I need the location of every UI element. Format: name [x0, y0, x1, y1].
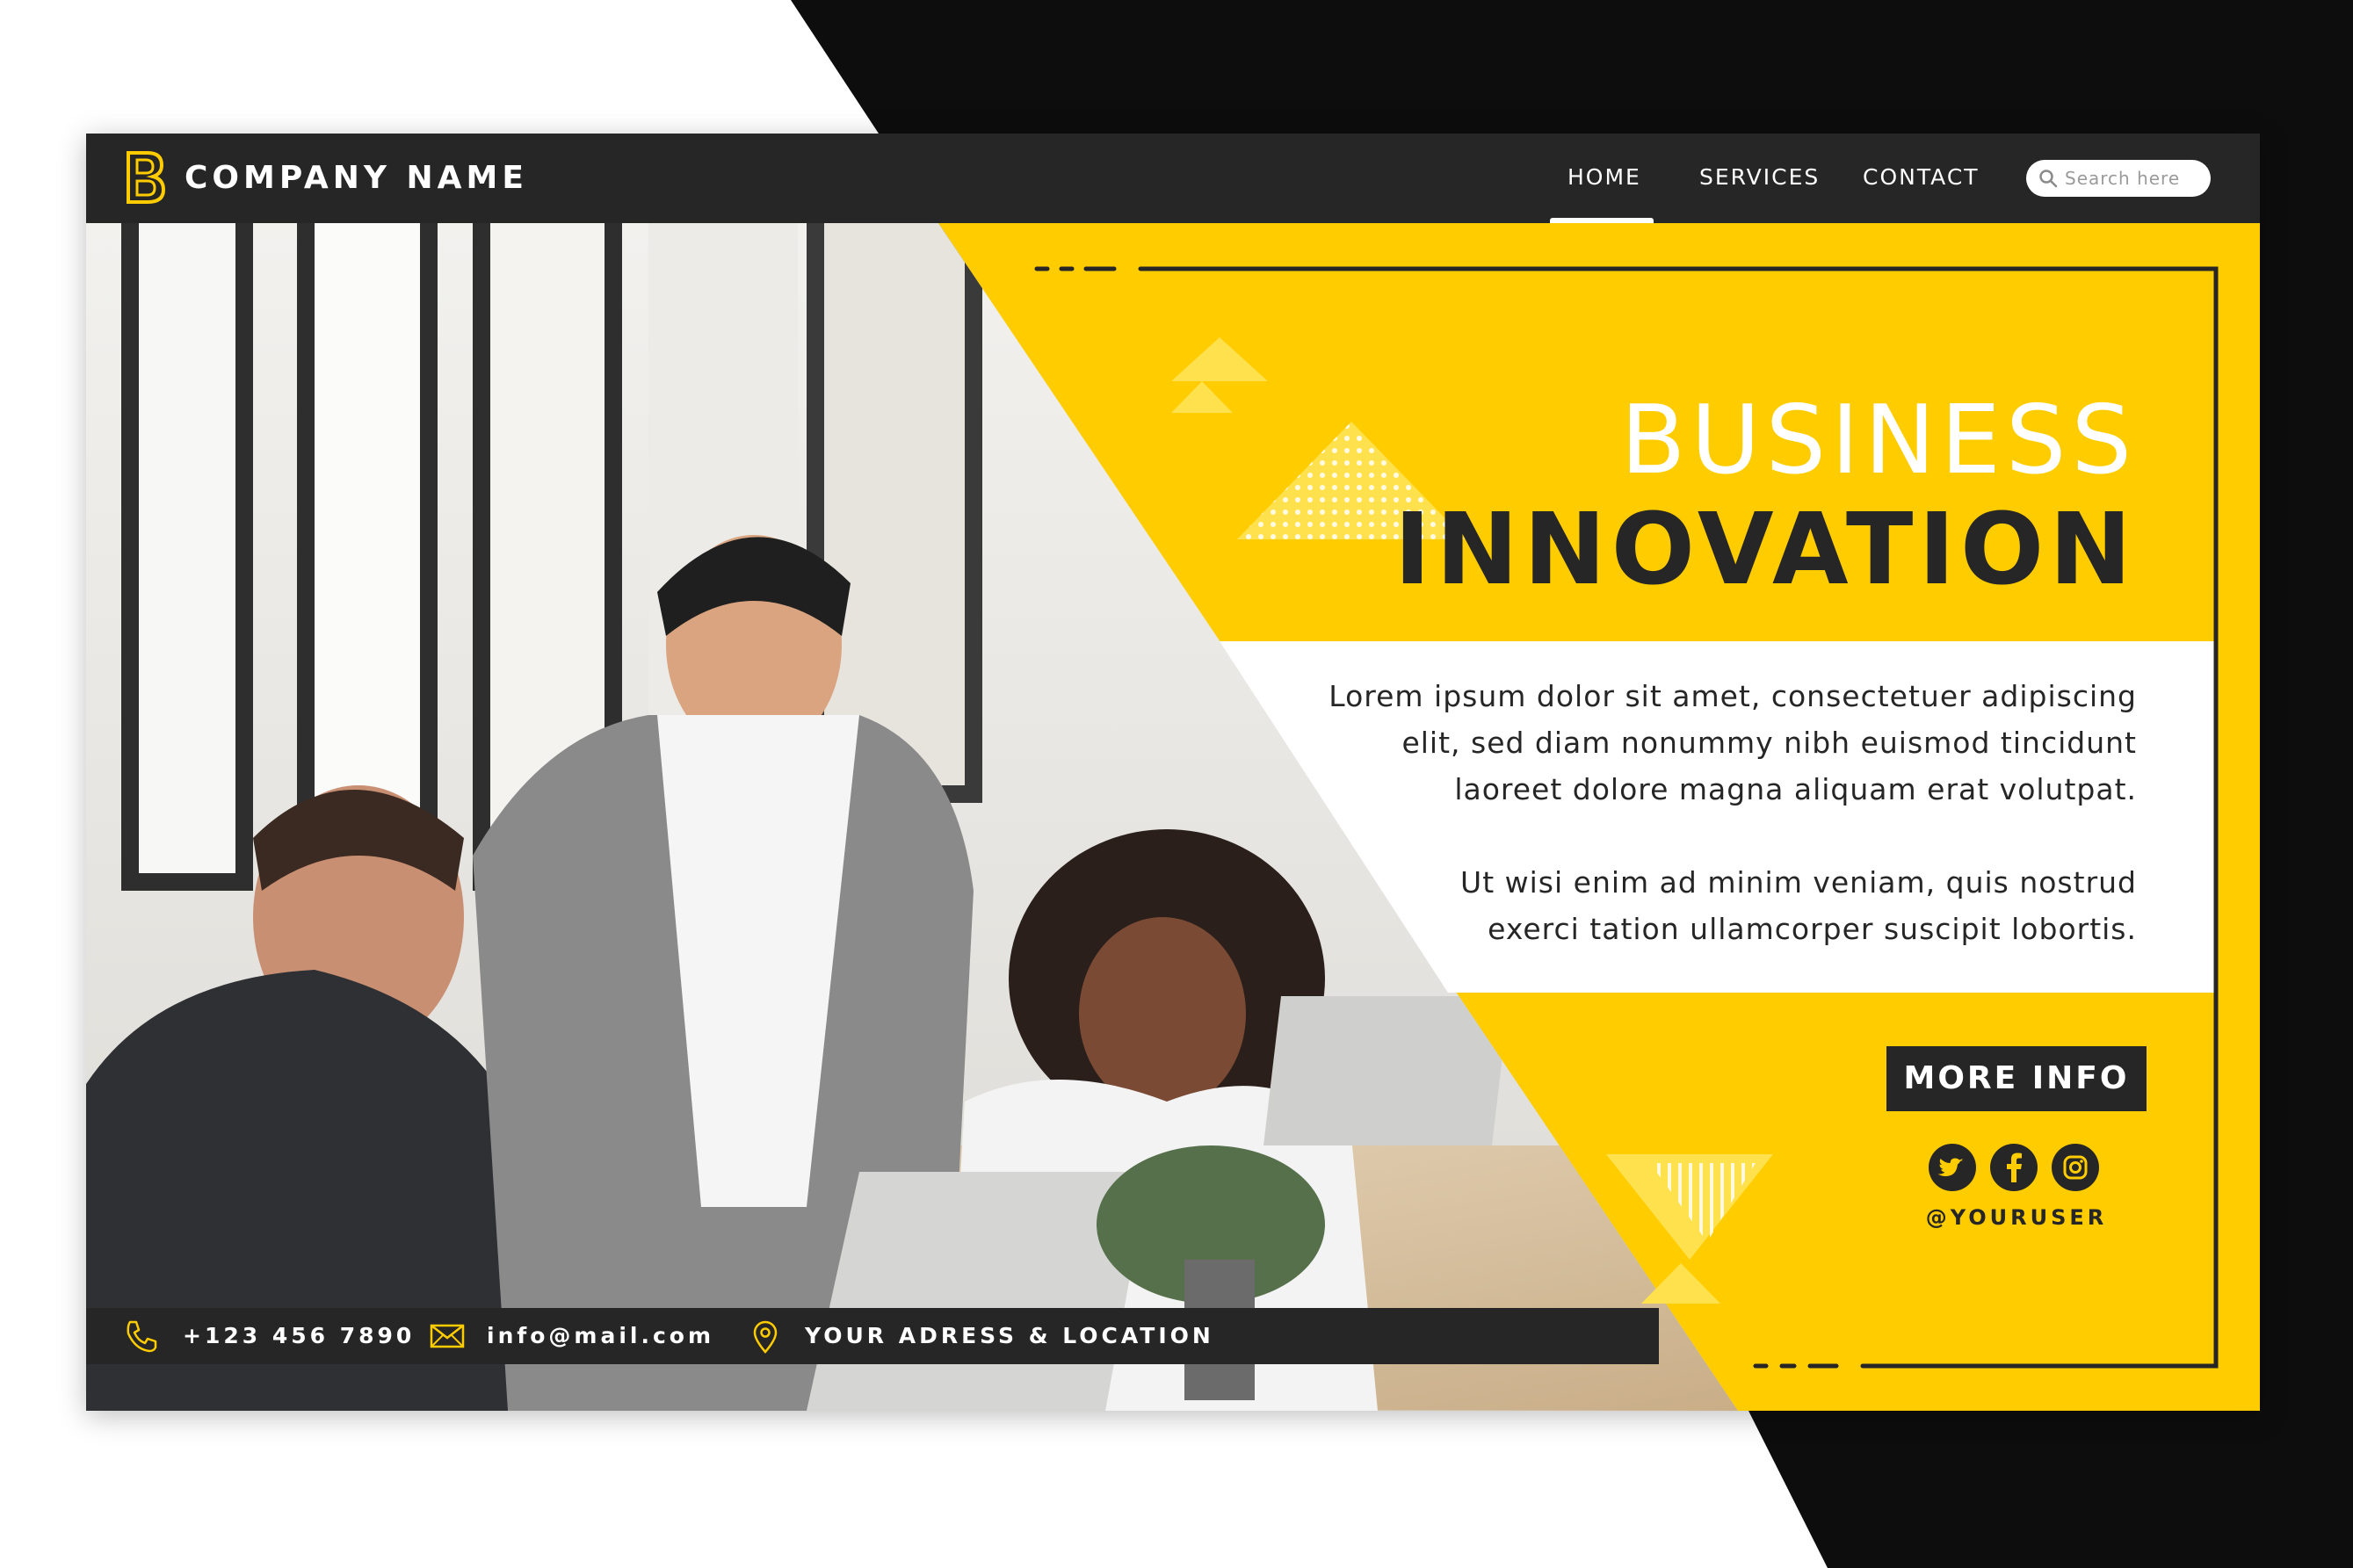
phone-icon	[127, 1320, 157, 1353]
company-name[interactable]: COMPANY NAME	[185, 156, 528, 200]
letter-b-logo-icon[interactable]	[123, 149, 167, 206]
nav-link-services[interactable]: SERVICES	[1699, 160, 1820, 195]
top-nav-bar: COMPANY NAME HOME SERVICES CONTACT	[86, 134, 2260, 223]
email-address[interactable]: info@mail.com	[487, 1320, 714, 1352]
address-location[interactable]: YOUR ADRESS & LOCATION	[805, 1320, 1214, 1352]
location-pin-icon	[753, 1320, 778, 1354]
nav-link-contact[interactable]: CONTACT	[1863, 160, 1980, 195]
decorative-frame	[1034, 266, 2219, 1369]
landing-page-card: COMPANY NAME HOME SERVICES CONTACT BUSIN…	[86, 134, 2260, 1411]
contact-bar: +123 456 7890 info@mail.com YOUR ADRESS …	[86, 1308, 1659, 1364]
phone-number[interactable]: +123 456 7890	[183, 1320, 415, 1352]
nav-link-home[interactable]: HOME	[1567, 160, 1641, 195]
search-input[interactable]	[2065, 165, 2205, 191]
search-box[interactable]	[2026, 160, 2211, 197]
search-icon	[2039, 170, 2058, 188]
active-nav-indicator	[1550, 218, 1654, 223]
mail-icon	[430, 1324, 465, 1348]
